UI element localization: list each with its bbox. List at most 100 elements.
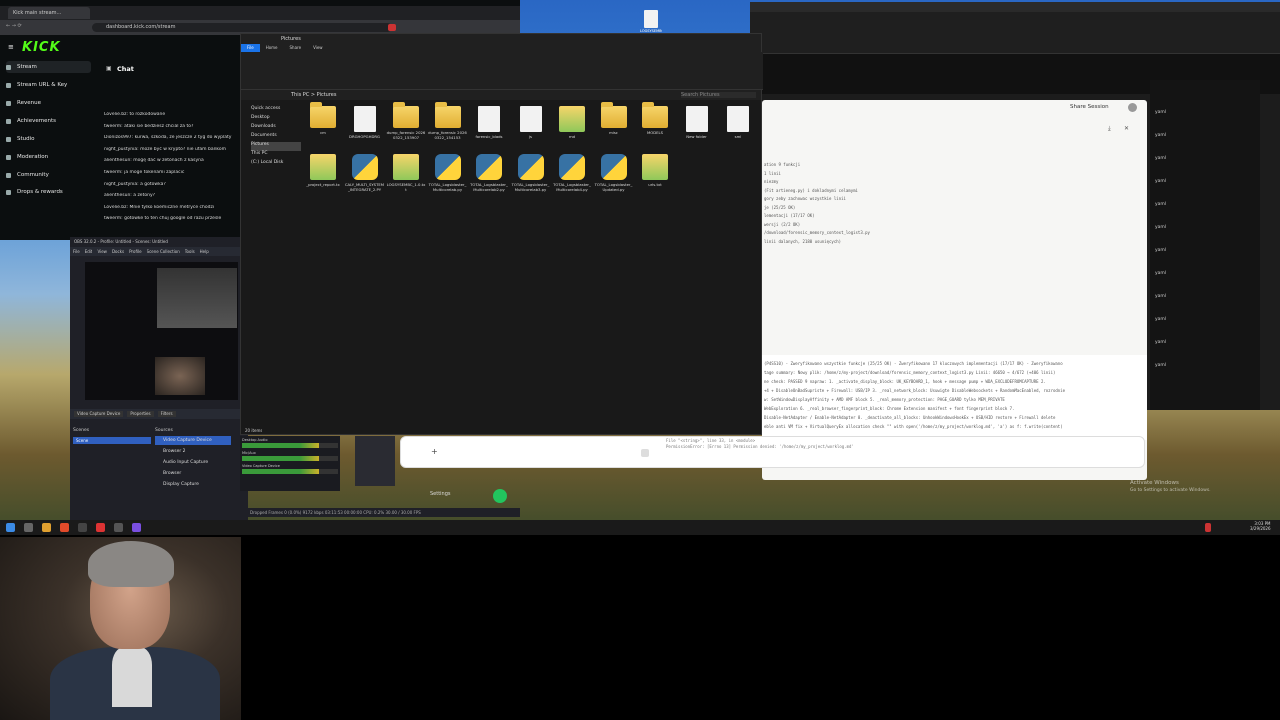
desktop-file-icon[interactable]: LOGSYSEMBC — [640, 10, 662, 33]
obs-icon[interactable] — [78, 523, 87, 532]
tree-item[interactable]: This PC — [251, 151, 301, 160]
ribbon[interactable] — [241, 52, 763, 90]
right-list-item[interactable]: yaml — [1155, 363, 1166, 368]
obs-toolbar-button[interactable]: Video Capture Device — [74, 411, 124, 417]
obs-menu-item[interactable]: Tools — [185, 249, 195, 254]
path-bar[interactable]: This PC > Pictures Search Pictures — [241, 90, 761, 100]
file-item[interactable]: TOTAL_Logsblaster_Multicorelab4.py — [552, 154, 592, 192]
tree-item[interactable]: Documents — [251, 133, 301, 142]
source-item[interactable]: Video Capture Device — [155, 436, 231, 445]
right-list-item[interactable]: yaml — [1155, 340, 1166, 345]
sidebar-item[interactable]: Revenue — [6, 97, 91, 109]
menu-icon[interactable]: ≡ — [8, 43, 14, 51]
file-item[interactable]: TOTAL_Logsblaster_Updated.py — [594, 154, 634, 192]
sidebar-item[interactable]: Stream — [6, 61, 91, 73]
tree-item[interactable]: Quick access — [251, 106, 301, 115]
file-item[interactable]: New folder — [677, 106, 717, 140]
sidebar-item[interactable]: Moderation — [6, 151, 91, 163]
source-item[interactable]: Audio Input Capture — [155, 458, 231, 467]
right-list-item[interactable]: yaml — [1155, 225, 1166, 230]
right-list-item[interactable]: yaml — [1155, 110, 1166, 115]
ribbon-tab[interactable]: Home — [260, 44, 284, 52]
file-item[interactable]: urls.txt — [635, 154, 675, 188]
sidebar-item[interactable]: Stream URL & Key — [6, 79, 91, 91]
volume-meter[interactable] — [242, 469, 338, 474]
file-item[interactable]: CALY_MULTI_SYSTEM_INTEGRATE_2.PY — [345, 154, 385, 192]
obs-menu-item[interactable]: Profile — [129, 249, 141, 254]
tray-icon[interactable] — [1205, 523, 1211, 532]
sidebar-item[interactable]: Drops & rewards — [6, 186, 91, 198]
right-list-item[interactable]: yaml — [1155, 294, 1166, 299]
ribbon-tab[interactable]: Share — [284, 44, 308, 52]
kick-logo[interactable]: KICK — [22, 40, 61, 55]
tab-kick[interactable]: Kick main stream... — [8, 7, 90, 19]
source-item[interactable]: Display Capture — [155, 480, 231, 489]
ribbon-tab[interactable]: File — [241, 44, 260, 52]
right-list-item[interactable]: yaml — [1155, 156, 1166, 161]
file-item[interactable]: sml — [718, 106, 758, 140]
right-list-item[interactable]: yaml — [1155, 133, 1166, 138]
right-explorer-ribbon[interactable] — [750, 12, 1280, 54]
sidebar-item[interactable]: Studio — [6, 133, 91, 145]
tree-item[interactable]: Downloads — [251, 124, 301, 133]
file-item[interactable]: TOTAL_Logsblaster_Multicorelab2.py — [469, 154, 509, 192]
sidebar-item[interactable]: Community — [6, 169, 91, 181]
right-list-item[interactable]: yaml — [1155, 271, 1166, 276]
right-list-item[interactable]: yaml — [1155, 317, 1166, 322]
obs-toolbar-button[interactable]: Filters — [157, 411, 176, 417]
plus-icon[interactable]: + — [431, 447, 438, 456]
file-item[interactable]: js — [511, 106, 551, 140]
download-icon[interactable]: ⤓ — [1108, 125, 1111, 133]
source-item[interactable]: Browser 2 — [155, 447, 231, 456]
start-icon[interactable] — [6, 523, 15, 532]
avatar[interactable] — [1128, 103, 1137, 112]
right-list-item[interactable]: yaml — [1155, 248, 1166, 253]
source-item[interactable]: Browser — [155, 469, 231, 478]
obs-menu-item[interactable]: Scene Collection — [147, 249, 180, 254]
tree-item[interactable]: (C:) Local Disk — [251, 160, 301, 169]
share-session-button[interactable]: Share Session — [1070, 104, 1109, 110]
app3-icon[interactable] — [132, 523, 141, 532]
obs-preview[interactable] — [85, 262, 238, 400]
obs-menu-item[interactable]: View — [97, 249, 107, 254]
tree-item[interactable]: Pictures — [251, 142, 301, 151]
chat-input-box[interactable]: + File "<string>", line 33, in <module> P… — [400, 436, 1145, 468]
record-button[interactable] — [493, 489, 507, 503]
file-item[interactable]: dump_forensic 20260322_153907 — [386, 102, 426, 140]
file-item[interactable]: md — [552, 106, 592, 140]
right-browser-tabbar[interactable] — [750, 2, 1280, 12]
extension-icon[interactable] — [388, 24, 396, 31]
app2-icon[interactable] — [114, 523, 123, 532]
settings-button[interactable]: Settings — [430, 491, 451, 497]
app-icon[interactable] — [96, 523, 105, 532]
browser-icon[interactable] — [60, 523, 69, 532]
volume-meter[interactable] — [242, 443, 338, 448]
file-item[interactable]: forensic_blads — [469, 106, 509, 140]
obs-menu-item[interactable]: Help — [200, 249, 209, 254]
file-item[interactable]: _project_report.tx — [303, 154, 343, 188]
obs-menu-item[interactable]: Edit — [85, 249, 93, 254]
right-list-item[interactable]: yaml — [1155, 179, 1166, 184]
close-icon[interactable]: ✕ — [1124, 125, 1129, 132]
sidebar-item[interactable]: Achievements — [6, 115, 91, 127]
scene-item[interactable]: Scene — [73, 437, 151, 444]
file-item[interactable]: DRGHOPGHDRG — [345, 106, 385, 140]
volume-meter[interactable] — [242, 456, 338, 461]
right-list-item[interactable]: yaml — [1155, 202, 1166, 207]
clock[interactable]: 3:03 PM 3/29/2026 — [1250, 521, 1271, 531]
file-item[interactable]: MODELS — [635, 102, 675, 136]
obs-toolbar-button[interactable]: Properties — [127, 411, 154, 417]
file-item[interactable]: misc — [594, 102, 634, 136]
url-bar[interactable]: dashboard.kick.com/stream — [92, 23, 392, 32]
taskview-icon[interactable] — [24, 523, 33, 532]
obs-menu-item[interactable]: File — [73, 249, 80, 254]
file-item[interactable]: cm — [303, 102, 343, 136]
search-input[interactable]: Search Pictures — [681, 92, 756, 98]
nav-arrows-icon[interactable]: ← → ⟳ — [6, 23, 22, 29]
tree-item[interactable]: Desktop — [251, 115, 301, 124]
send-icon[interactable] — [641, 449, 649, 457]
file-item[interactable]: dump_forensic 20260322_154153 — [428, 102, 468, 140]
file-item[interactable]: TOTAL_Logsblaster_Multicorelab3.py — [511, 154, 551, 192]
ribbon-tab[interactable]: View — [307, 44, 329, 52]
file-item[interactable]: TOTAL_Logsblaster_Multicorelab.py — [428, 154, 468, 192]
